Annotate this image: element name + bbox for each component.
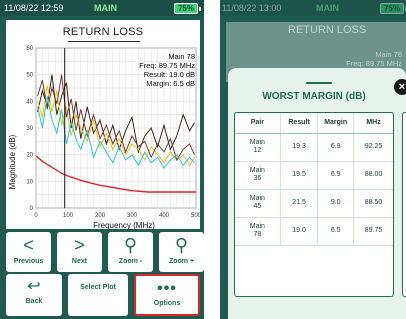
cell-pair: Main 45: [235, 189, 281, 218]
page-title: RETURN LOSS: [62, 26, 144, 38]
status-title: MAIN: [94, 3, 117, 13]
cell-pair: Main 78: [235, 217, 281, 246]
next-label: Next: [71, 258, 88, 265]
readout-result: Result: 19.0 dB: [143, 70, 195, 79]
column-header-pair: Pair: [235, 113, 281, 134]
previous-label: Previous: [13, 258, 44, 265]
cell-pair: Main 12: [235, 133, 281, 162]
previous-button[interactable]: < Previous: [6, 232, 51, 272]
options-label: Options: [153, 300, 181, 307]
y-axis-label: Magnitude (dB): [8, 134, 17, 189]
back-button[interactable]: ↩ Back: [6, 274, 62, 316]
status-bar: 11/08/22 12:59 MAIN 75%: [0, 0, 204, 16]
zoom-in-icon: ⚲: [174, 235, 189, 255]
worst-margin-table: Pair Result Margin MHz Main 12 19.3 6.9 9…: [234, 112, 394, 297]
cell-margin: 6.5: [317, 217, 355, 246]
cell-result: 21.5: [280, 189, 319, 218]
zoom-in-label: Zoom +: [168, 258, 195, 265]
battery-indicator: 75%: [380, 3, 406, 14]
zoom-out-button[interactable]: ⚲ Zoom -: [108, 232, 153, 272]
cell-margin: 6.9: [317, 133, 355, 162]
cell-mhz: 92.25: [353, 133, 393, 162]
status-title: MAIN: [316, 3, 339, 13]
status-bar-dimmed: 11/08/22 13:00 MAIN 75%: [220, 0, 406, 16]
x-tick-label: 200: [95, 213, 106, 219]
table-row[interactable]: Main 78 19.0 6.5 89.75: [235, 217, 393, 246]
background-readout-pair: Main 78: [375, 50, 402, 59]
back-arrow-icon: ↩: [27, 278, 41, 295]
readout-freq: Freq: 89.75 MHz: [139, 61, 195, 70]
battery-indicator: 75%: [174, 3, 201, 14]
background-page-title: RETURN LOSS: [288, 24, 367, 36]
y-tick-label: 40: [26, 99, 33, 105]
y-tick-label: 0: [30, 206, 34, 212]
title-underline: [68, 41, 140, 42]
column-header-mhz: MHz: [353, 113, 393, 134]
next-button[interactable]: > Next: [57, 232, 102, 272]
zoom-in-button[interactable]: ⚲ Zoom +: [159, 232, 204, 272]
cell-mhz: 89.75: [353, 217, 393, 246]
more-dots-icon: •••: [157, 280, 177, 297]
readout-pair: Main 78: [168, 52, 195, 61]
table-row[interactable]: Main 36 19.5 6.9 88.00: [235, 161, 393, 190]
column-header-result: Result: [280, 113, 319, 134]
y-tick-label: 30: [26, 126, 33, 132]
cell-mhz: 88.00: [353, 161, 393, 190]
x-tick-label: 100: [63, 213, 74, 219]
cell-margin: 6.9: [317, 161, 355, 190]
x-tick-label: 0: [34, 213, 38, 219]
close-icon[interactable]: ×: [394, 79, 406, 95]
worst-margin-sheet: WORST MARGIN (dB) × Pair Result Margin M…: [228, 68, 406, 319]
button-row-navigation: < Previous > Next ⚲ Zoom - ⚲ Zoom +: [2, 232, 204, 272]
cell-mhz: 88.50: [353, 189, 393, 218]
background-readout-freq: Freq: 89.75 MHz: [346, 59, 402, 68]
select-plot-label: Select Plot: [80, 284, 116, 291]
readout-margin: Margin: 6.5 dB: [146, 79, 195, 88]
cell-result: 19.3: [280, 133, 319, 162]
y-tick-label: 20: [26, 153, 33, 159]
chevron-left-icon: <: [23, 235, 34, 255]
worst-margin-screen: 11/08/22 13:00 MAIN 75% RETURN LOSS Main…: [220, 0, 406, 319]
zoom-out-icon: ⚲: [123, 235, 138, 255]
cell-result: 19.5: [280, 161, 319, 190]
x-axis-label: Frequency (MHz): [93, 221, 155, 230]
options-button[interactable]: ••• Options: [134, 274, 200, 316]
y-tick-label: 60: [26, 46, 33, 52]
cell-margin: 9.0: [317, 189, 355, 218]
cell-pair: Main 36: [235, 161, 281, 190]
table-header-row: Pair Result Margin MHz: [235, 113, 393, 134]
x-tick-label: 500: [191, 213, 200, 219]
sheet-title: WORST MARGIN (dB): [262, 91, 366, 102]
table-row[interactable]: Main 45 21.5 9.0 88.50: [235, 189, 393, 218]
sheet-drag-handle[interactable]: [306, 82, 332, 84]
chart-card: RETURN LOSS 0 100 200 300 400 500 0 10 20 30 40 50 6…: [6, 20, 200, 230]
column-header-margin: Margin: [317, 113, 355, 134]
button-row-actions: ↩ Back Select Plot ••• Options: [2, 274, 202, 316]
y-tick-label: 10: [26, 179, 33, 185]
status-time: 11/08/22 12:59: [4, 3, 64, 13]
cursor-readout: Main 78 Freq: 89.75 MHz Result: 19.0 dB …: [124, 52, 199, 88]
zoom-out-label: Zoom -: [118, 258, 143, 265]
return-loss-screen: 11/08/22 12:59 MAIN 75% RETURN LOSS 0 100…: [0, 0, 204, 319]
y-tick-label: 50: [26, 73, 33, 79]
status-time: 11/08/22 13:00: [222, 3, 282, 13]
x-tick-label: 400: [159, 213, 170, 219]
select-plot-button[interactable]: Select Plot: [68, 274, 128, 316]
table-row[interactable]: Main 12 19.3 6.9 92.25: [235, 133, 393, 162]
next-card-peek[interactable]: [402, 112, 406, 297]
back-label: Back: [25, 298, 43, 305]
x-tick-label: 300: [127, 213, 138, 219]
background-readout: Main 78 Freq: 89.75 MHz: [330, 50, 402, 68]
chevron-right-icon: >: [74, 235, 85, 255]
cell-result: 19.0: [280, 217, 319, 246]
